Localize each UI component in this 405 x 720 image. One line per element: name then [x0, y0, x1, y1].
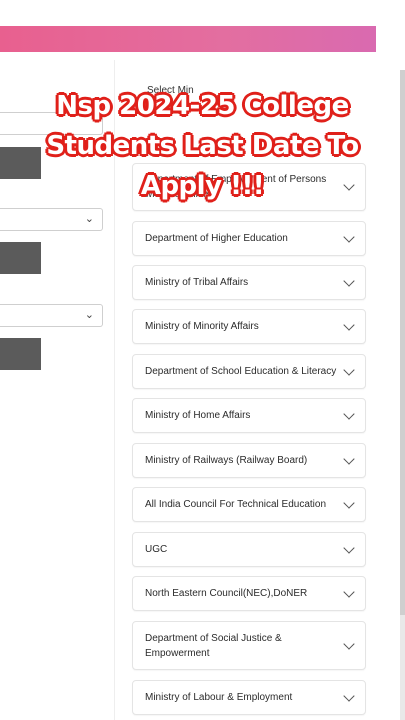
filter-button-3[interactable]: [0, 338, 41, 370]
overlay-title-line: Nsp 2024-25 College: [56, 91, 349, 121]
chevron-down-icon: ⌄: [84, 213, 94, 225]
overlay-title: Nsp 2024-25 College Students Last Date T…: [30, 86, 375, 206]
chevron-down-icon: [343, 637, 355, 650]
chevron-down-icon: [343, 689, 355, 702]
accordion-label: Department of Social Justice & Empowerme…: [145, 632, 282, 659]
filter-select-3[interactable]: ⌄: [0, 304, 103, 327]
accordion-label: Department of Higher Education: [145, 233, 288, 244]
accordion-label: Ministry of Railways (Railway Board): [145, 455, 308, 466]
accordion-item[interactable]: Department of Higher Education: [132, 221, 366, 256]
chevron-down-icon: [343, 230, 355, 243]
scrollbar-thumb[interactable]: [400, 70, 405, 615]
accordion-label: All India Council For Technical Educatio…: [145, 499, 327, 510]
header-banner: [0, 26, 376, 52]
chevron-down-icon: [343, 407, 355, 420]
accordion-item[interactable]: Ministry of Labour & Employment: [132, 680, 366, 715]
filter-button-2[interactable]: [0, 242, 41, 274]
chevron-down-icon: [343, 585, 355, 598]
accordion-item[interactable]: All India Council For Technical Educatio…: [132, 487, 366, 522]
chevron-down-icon: [343, 363, 355, 376]
accordion-label: Ministry of Labour & Employment: [145, 692, 293, 703]
accordion-label: Ministry of Home Affairs: [145, 410, 251, 421]
chevron-down-icon: ⌄: [84, 309, 94, 321]
accordion-label: Ministry of Minority Affairs: [145, 321, 259, 332]
accordion-item[interactable]: Department of Social Justice & Empowerme…: [132, 621, 366, 670]
accordion-item[interactable]: Ministry of Tribal Affairs: [132, 265, 366, 300]
filter-select-2[interactable]: ⌄: [0, 208, 103, 231]
accordion-label: North Eastern Council(NEC),DoNER: [145, 588, 308, 599]
accordion-item[interactable]: Ministry of Minority Affairs: [132, 309, 366, 344]
chevron-down-icon: [343, 452, 355, 465]
accordion-label: Ministry of Tribal Affairs: [145, 277, 249, 288]
accordion-label: UGC: [145, 544, 168, 555]
chevron-down-icon: [343, 541, 355, 554]
overlay-title-line: Students Last Date To: [46, 131, 359, 161]
scrollbar[interactable]: [400, 70, 405, 720]
chevron-down-icon: [343, 274, 355, 287]
chevron-down-icon: [343, 496, 355, 509]
accordion-item[interactable]: Ministry of Railways (Railway Board): [132, 443, 366, 478]
accordion-item[interactable]: Department of School Education & Literac…: [132, 354, 366, 389]
accordion-item[interactable]: North Eastern Council(NEC),DoNER: [132, 576, 366, 611]
accordion-item[interactable]: Ministry of Home Affairs: [132, 398, 366, 433]
overlay-title-line: Apply !!!: [140, 171, 265, 201]
accordion-label: Department of School Education & Literac…: [145, 366, 337, 377]
accordion-item[interactable]: UGC: [132, 532, 366, 567]
chevron-down-icon: [343, 318, 355, 331]
